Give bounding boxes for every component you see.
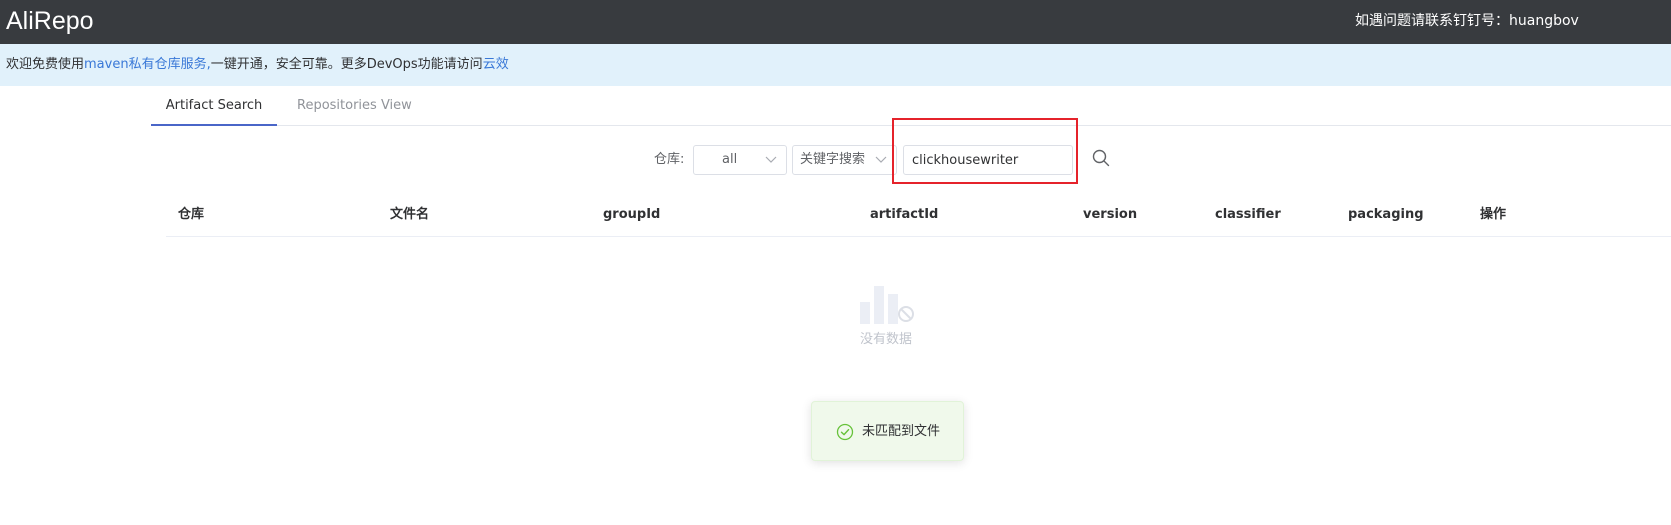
keyword-search-input[interactable]	[903, 145, 1073, 175]
notice-banner: 欢迎免费使用maven私有仓库服务,一键开通，安全可靠。更多DevOps功能请访…	[0, 44, 1671, 86]
toast-message: 未匹配到文件	[862, 424, 941, 439]
repo-select[interactable]: all	[693, 145, 787, 175]
column-header-repo: 仓库	[178, 207, 205, 222]
repo-select-value: all	[722, 152, 738, 167]
search-mode-value: 关键字搜索	[800, 152, 866, 167]
column-header-version: version	[1083, 207, 1138, 222]
results-table-header: 仓库 文件名 groupId artifactId version classi…	[166, 193, 1671, 237]
column-header-classifier: classifier	[1215, 207, 1281, 222]
no-match-toast: 未匹配到文件	[811, 401, 964, 461]
maven-service-link[interactable]: maven私有仓库服务,	[84, 57, 211, 72]
chevron-down-icon	[875, 156, 887, 163]
notice-prefix: 欢迎免费使用	[6, 57, 85, 72]
empty-state-text: 没有数据	[860, 332, 913, 347]
column-header-artifactid: artifactId	[870, 207, 939, 222]
active-tab-indicator	[151, 124, 277, 126]
tab-artifact-search[interactable]: Artifact Search	[151, 86, 277, 126]
top-bar: AliRepo 如遇问题请联系钉钉号：huangbov	[0, 0, 1671, 44]
column-header-packaging: packaging	[1348, 207, 1424, 222]
column-header-filename: 文件名	[390, 207, 430, 222]
tab-repositories-view[interactable]: Repositories View	[297, 86, 412, 126]
tab-bar: Artifact Search Repositories View	[151, 86, 1671, 126]
contact-info: 如遇问题请联系钉钉号：huangbov	[1355, 13, 1579, 29]
no-data-icon	[860, 286, 914, 324]
chevron-down-icon	[765, 156, 777, 163]
column-header-groupid: groupId	[603, 207, 661, 222]
search-mode-select[interactable]: 关键字搜索	[792, 145, 897, 175]
brand-logo[interactable]: AliRepo	[6, 5, 94, 37]
notice-middle: 一键开通，安全可靠。更多DevOps功能请访问	[210, 57, 483, 72]
repo-filter-label: 仓库:	[654, 152, 685, 167]
search-icon[interactable]	[1091, 148, 1111, 168]
yunxiao-link[interactable]: 云效	[483, 57, 509, 72]
success-check-icon	[836, 423, 854, 441]
column-header-actions: 操作	[1480, 207, 1507, 222]
